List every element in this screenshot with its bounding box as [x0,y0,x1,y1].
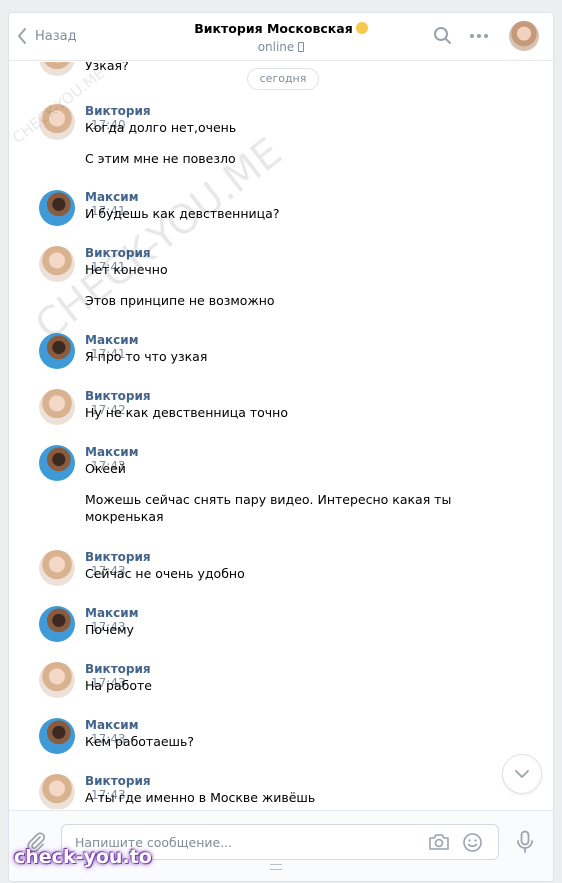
emoji-icon[interactable] [462,832,483,853]
message-text: Ну не как девственница точно [85,405,288,420]
author-name[interactable]: Максим [85,718,139,732]
author-name[interactable]: Виктория [85,246,151,260]
message-text: Океей [85,461,126,476]
avatar[interactable] [39,246,75,282]
message-text: Можешь сейчас снять пару видео. Интересн… [85,492,452,507]
avatar[interactable] [39,662,75,698]
avatar[interactable] [39,389,75,425]
chevron-down-icon [515,770,529,778]
online-status: online [257,40,295,54]
mobile-phone-icon [298,42,305,52]
avatar[interactable] [39,62,75,76]
chat-window: Назад Виктория Московская online Узкая? … [8,12,554,882]
microphone-icon[interactable] [516,830,534,854]
avatar[interactable] [39,550,75,586]
message-text: На работе [85,678,152,693]
author-name[interactable]: Виктория [85,774,151,788]
author-name[interactable]: Виктория [85,662,151,676]
author-name[interactable]: Виктория [85,550,151,564]
smile-emoji-icon [355,22,368,34]
message-text: Узкая? [85,62,129,73]
author-name[interactable]: Максим [85,445,139,459]
message-feed[interactable]: Узкая? сегодня Виктория 17:40 Когда долго … [9,62,553,809]
message-text: Сейчас не очень удобно [85,566,245,581]
message-text: Я про то что узкая [85,349,208,364]
date-divider: сегодня [247,68,319,90]
author-name[interactable]: Максим [85,606,139,620]
avatar[interactable] [39,445,75,481]
avatar[interactable] [39,333,75,369]
watermark-logo: check-you.to [14,846,152,868]
scroll-down-button[interactable] [502,754,542,794]
author-name[interactable]: Виктория [85,389,151,403]
chat-header: Назад Виктория Московская online [9,13,553,61]
contact-name: Виктория Московская [194,21,353,36]
message-text: мокренькая [85,509,164,524]
resize-handle[interactable] [270,864,282,870]
message-text: Нет конечно [85,262,168,277]
contact-avatar[interactable] [509,21,539,51]
message-text: А ты где именно в Москве живёшь [85,790,316,805]
message-text: Когда долго нет,очень [85,120,237,135]
message-text: С этим мне не повезло [85,151,236,166]
camera-icon[interactable] [428,833,450,851]
avatar[interactable] [39,774,75,809]
avatar[interactable] [39,606,75,642]
message-text: И будешь как девственница? [85,206,280,221]
author-name[interactable]: Максим [85,190,139,204]
author-name[interactable]: Виктория [85,104,151,118]
avatar[interactable] [39,190,75,226]
contact-status: online [9,40,553,54]
message-text: Кем работаешь? [85,734,194,749]
search-icon[interactable] [433,26,453,46]
more-options-icon[interactable] [469,33,489,39]
message-text: Этов принципе не возможно [85,293,275,308]
message-text: Почему [85,622,134,637]
avatar[interactable] [39,718,75,754]
avatar[interactable] [39,104,75,140]
author-name[interactable]: Максим [85,333,139,347]
